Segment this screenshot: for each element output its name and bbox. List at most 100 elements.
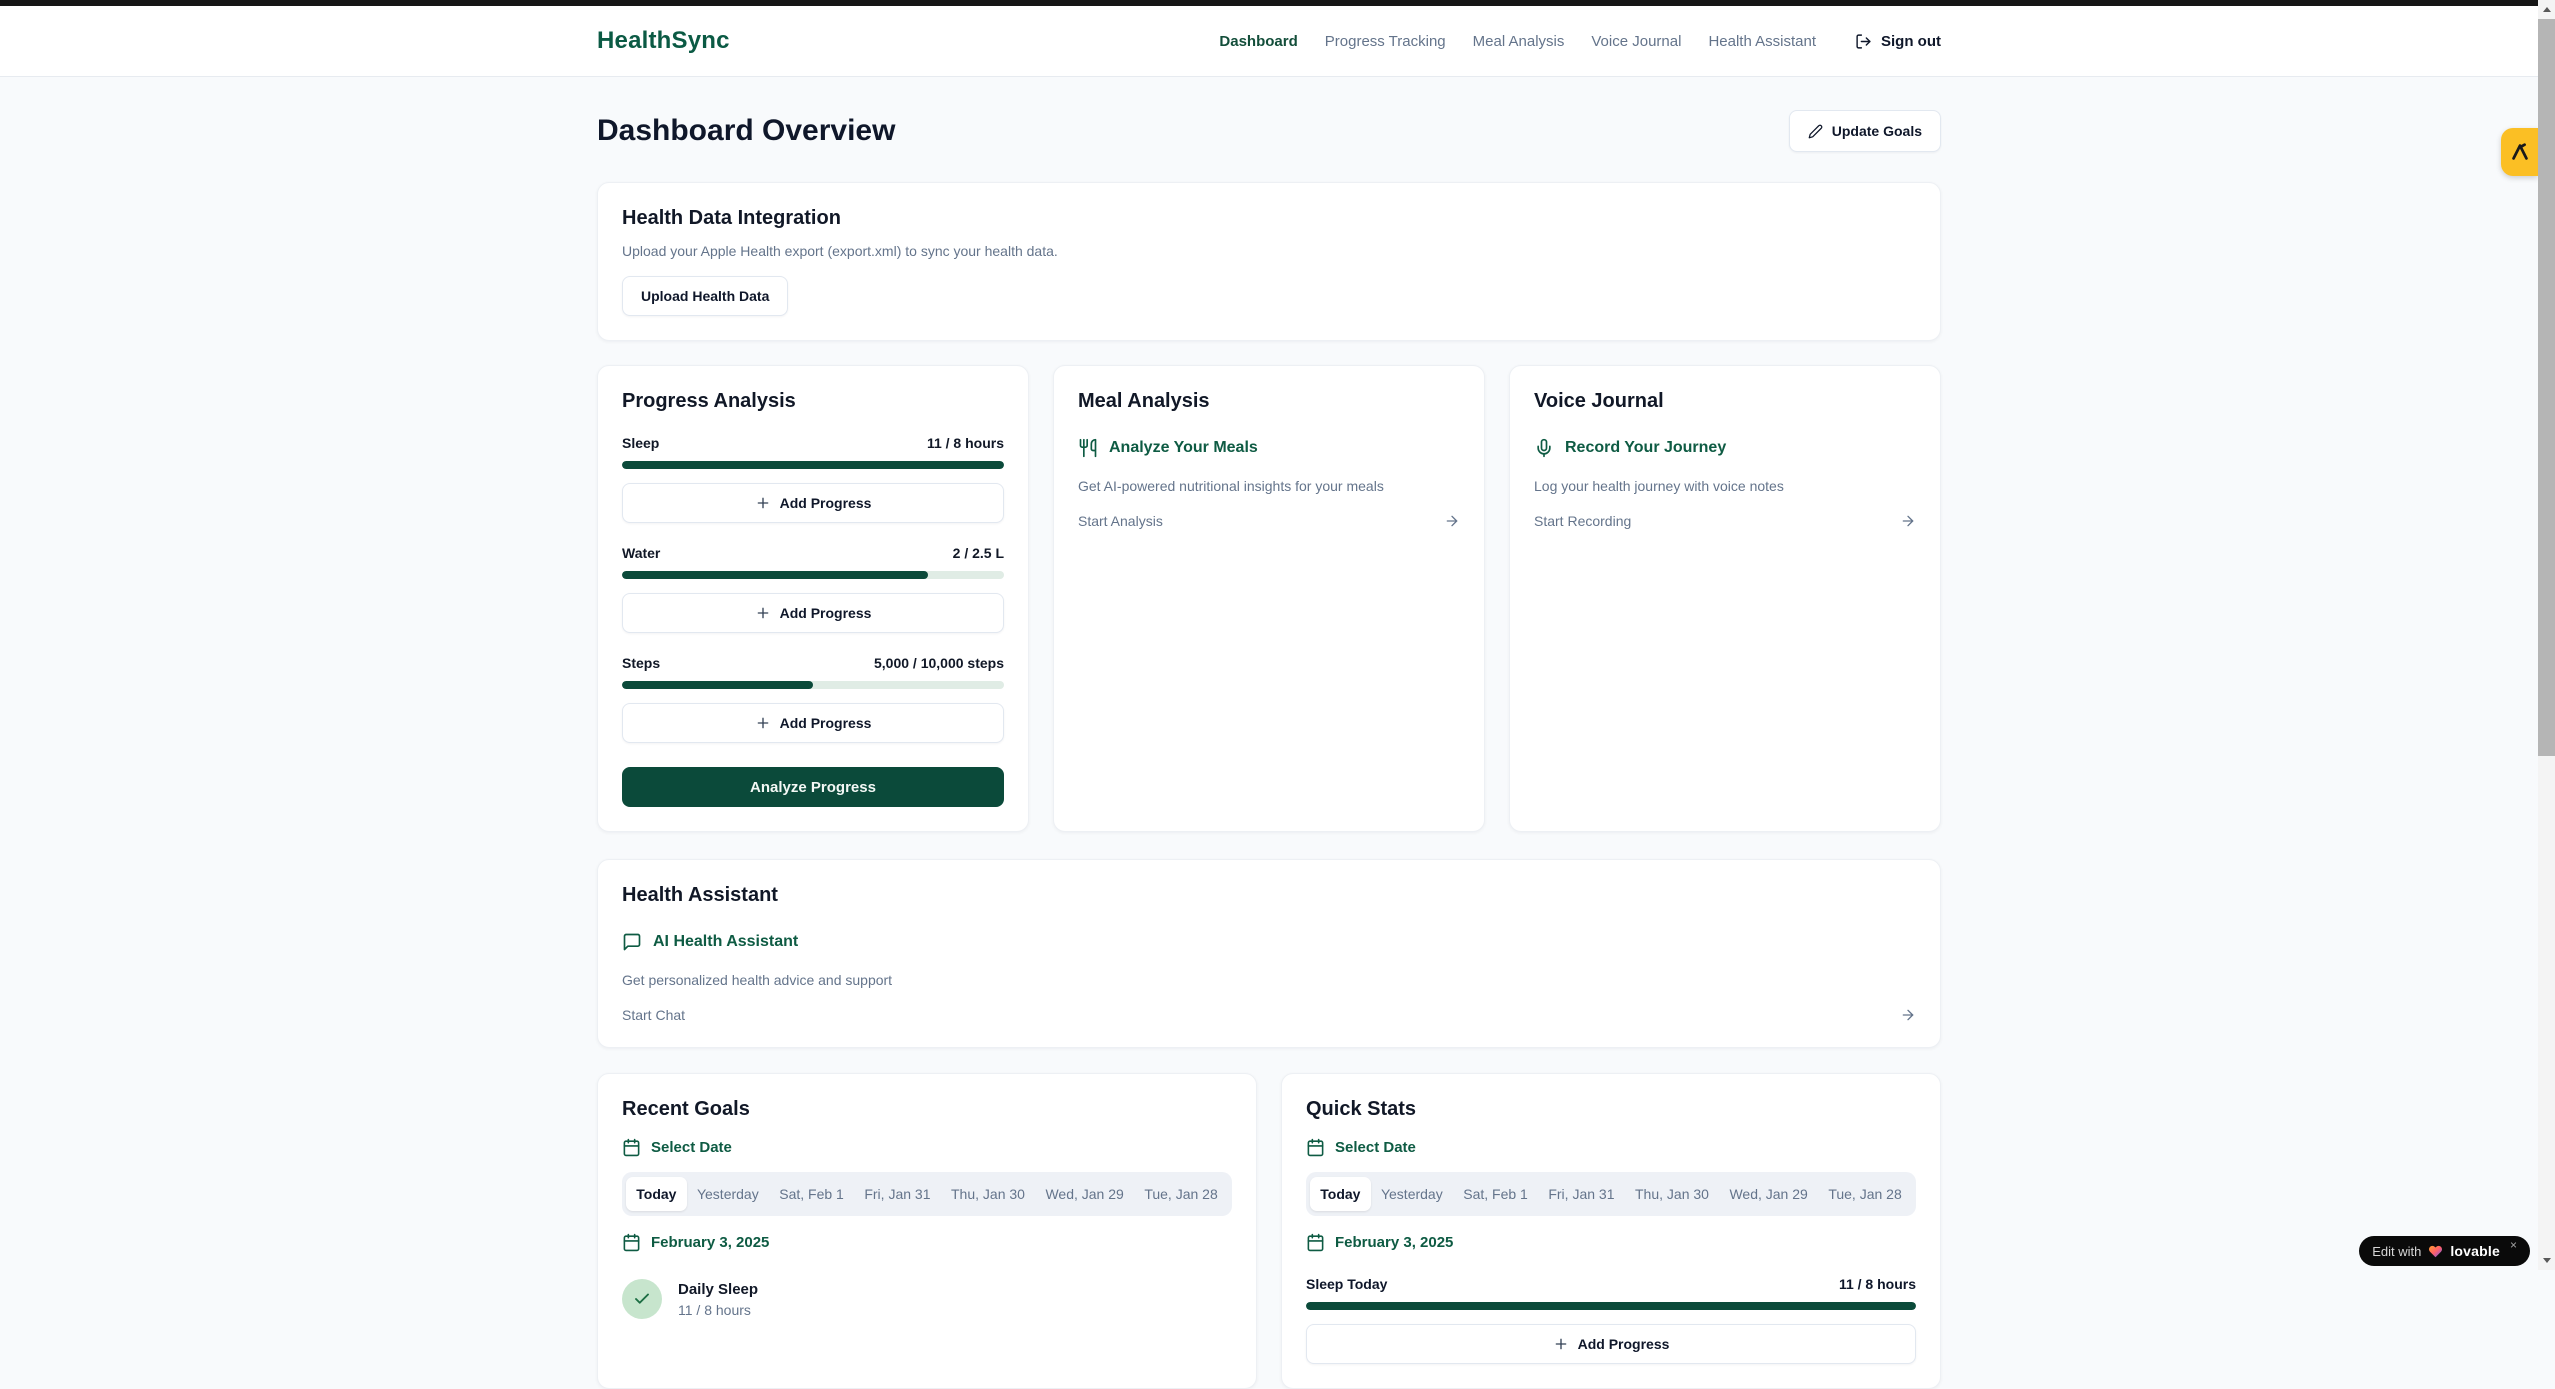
recent-goals-date-tabs: Today Yesterday Sat, Feb 1 Fri, Jan 31 T… <box>622 1172 1232 1216</box>
recent-goals-card: Recent Goals Select Date Today Yesterday… <box>597 1073 1257 1389</box>
select-date-label: Select Date <box>1335 1139 1416 1156</box>
health-data-description: Upload your Apple Health export (export.… <box>622 243 1916 259</box>
date-tab-fri-jan-31[interactable]: Fri, Jan 31 <box>1538 1177 1625 1211</box>
progress-analysis-card: Progress Analysis Sleep 11 / 8 hours Add… <box>597 365 1029 832</box>
date-tab-thu-jan-30[interactable]: Thu, Jan 30 <box>1625 1177 1719 1211</box>
steps-progress-fill <box>622 681 813 689</box>
steps-label: Steps <box>622 655 660 671</box>
date-tab-tue-jan-28[interactable]: Tue, Jan 28 <box>1134 1177 1228 1211</box>
sleep-metric: Sleep 11 / 8 hours Add Progress <box>622 435 1004 523</box>
main-nav: Dashboard Progress Tracking Meal Analysi… <box>1219 33 1941 50</box>
analyze-your-meals-label: Analyze Your Meals <box>1109 439 1258 457</box>
sleep-today-progress-bar <box>1306 1302 1916 1310</box>
start-analysis-label: Start Analysis <box>1078 513 1163 529</box>
edit-with-lovable-badge[interactable]: Edit with lovable × <box>2359 1236 2530 1266</box>
add-progress-label: Add Progress <box>1578 1336 1670 1352</box>
sleep-today-value: 11 / 8 hours <box>1839 1276 1916 1292</box>
water-label: Water <box>622 545 660 561</box>
scroll-down-arrow-icon[interactable] <box>2538 1252 2555 1269</box>
date-tab-wed-jan-29[interactable]: Wed, Jan 29 <box>1719 1177 1818 1211</box>
quick-stats-add-progress-button[interactable]: Add Progress <box>1306 1324 1916 1364</box>
quick-stats-date-tabs: Today Yesterday Sat, Feb 1 Fri, Jan 31 T… <box>1306 1172 1916 1216</box>
start-recording-row[interactable]: Start Recording <box>1534 513 1916 529</box>
scroll-up-arrow-icon[interactable] <box>2538 1 2555 18</box>
page-title: Dashboard Overview <box>597 114 895 148</box>
nav-meal-analysis[interactable]: Meal Analysis <box>1473 33 1565 50</box>
quick-stats-select-date[interactable]: Select Date <box>1306 1138 1916 1157</box>
add-progress-label: Add Progress <box>780 495 872 511</box>
sleep-today-progress-fill <box>1306 1302 1916 1310</box>
nav-health-assistant[interactable]: Health Assistant <box>1708 33 1816 50</box>
nav-progress-tracking[interactable]: Progress Tracking <box>1325 33 1446 50</box>
date-tab-tue-jan-28[interactable]: Tue, Jan 28 <box>1818 1177 1912 1211</box>
date-tab-wed-jan-29[interactable]: Wed, Jan 29 <box>1035 1177 1134 1211</box>
goal-name: Daily Sleep <box>678 1281 758 1298</box>
water-add-progress-button[interactable]: Add Progress <box>622 593 1004 633</box>
date-tab-yesterday[interactable]: Yesterday <box>1371 1177 1453 1211</box>
health-data-title: Health Data Integration <box>622 207 1916 230</box>
plus-icon <box>755 715 771 731</box>
update-goals-button[interactable]: Update Goals <box>1789 110 1941 152</box>
app-logo[interactable]: HealthSync <box>597 27 730 55</box>
health-data-integration-card: Health Data Integration Upload your Appl… <box>597 182 1941 341</box>
date-tab-thu-jan-30[interactable]: Thu, Jan 30 <box>941 1177 1035 1211</box>
steps-add-progress-button[interactable]: Add Progress <box>622 703 1004 743</box>
steps-progress-bar <box>622 681 1004 689</box>
health-assistant-card: Health Assistant AI Health Assistant Get… <box>597 859 1941 1048</box>
date-tab-today[interactable]: Today <box>626 1177 687 1211</box>
badge-close-icon[interactable]: × <box>2510 1238 2517 1252</box>
calendar-icon <box>622 1233 641 1252</box>
start-analysis-row[interactable]: Start Analysis <box>1078 513 1460 529</box>
date-tab-fri-jan-31[interactable]: Fri, Jan 31 <box>854 1177 941 1211</box>
quick-stats-current-date[interactable]: February 3, 2025 <box>1306 1233 1916 1252</box>
lovable-brand-label: lovable <box>2450 1243 2500 1259</box>
arrow-right-icon <box>1900 1007 1916 1023</box>
arrow-right-icon <box>1900 513 1916 529</box>
meal-analysis-card: Meal Analysis Analyze Your Meals Get AI-… <box>1053 365 1485 832</box>
meal-description: Get AI-powered nutritional insights for … <box>1078 478 1460 494</box>
steps-value: 5,000 / 10,000 steps <box>874 655 1004 671</box>
extension-fab-button[interactable] <box>2501 128 2538 176</box>
voice-journal-card: Voice Journal Record Your Journey Log yo… <box>1509 365 1941 832</box>
record-your-journey-link[interactable]: Record Your Journey <box>1534 438 1916 458</box>
lambda-mark-icon <box>2509 141 2531 163</box>
sign-out-label: Sign out <box>1881 33 1941 50</box>
plus-icon <box>1553 1336 1569 1352</box>
recent-goals-select-date[interactable]: Select Date <box>622 1138 1232 1157</box>
assistant-description: Get personalized health advice and suppo… <box>622 972 1916 988</box>
start-chat-row[interactable]: Start Chat <box>622 1007 1916 1023</box>
date-tab-sat-feb-1[interactable]: Sat, Feb 1 <box>1453 1177 1538 1211</box>
sleep-add-progress-button[interactable]: Add Progress <box>622 483 1004 523</box>
health-assistant-title: Health Assistant <box>622 884 1916 907</box>
scrollbar-thumb[interactable] <box>2538 19 2555 756</box>
analyze-your-meals-link[interactable]: Analyze Your Meals <box>1078 438 1460 458</box>
recent-goals-current-date[interactable]: February 3, 2025 <box>622 1233 1232 1252</box>
sign-out-button[interactable]: Sign out <box>1855 33 1941 50</box>
recent-goals-title: Recent Goals <box>622 1098 1232 1121</box>
app-header: HealthSync Dashboard Progress Tracking M… <box>0 6 2538 77</box>
chat-bubble-icon <box>622 932 642 952</box>
upload-health-data-button[interactable]: Upload Health Data <box>622 276 788 316</box>
steps-metric: Steps 5,000 / 10,000 steps Add Progress <box>622 655 1004 743</box>
start-chat-label: Start Chat <box>622 1007 685 1023</box>
calendar-icon <box>1306 1138 1325 1157</box>
pencil-icon <box>1808 124 1823 139</box>
calendar-icon <box>622 1138 641 1157</box>
goal-completed-check-icon <box>622 1279 662 1319</box>
plus-icon <box>755 605 771 621</box>
ai-health-assistant-link[interactable]: AI Health Assistant <box>622 932 1916 952</box>
sleep-label: Sleep <box>622 435 659 451</box>
edit-with-label: Edit with <box>2372 1244 2421 1259</box>
vertical-scrollbar[interactable] <box>2538 0 2555 1270</box>
date-tab-today[interactable]: Today <box>1310 1177 1371 1211</box>
meal-analysis-title: Meal Analysis <box>1078 390 1460 413</box>
nav-dashboard[interactable]: Dashboard <box>1219 33 1297 50</box>
update-goals-label: Update Goals <box>1832 123 1922 139</box>
date-tab-sat-feb-1[interactable]: Sat, Feb 1 <box>769 1177 854 1211</box>
analyze-progress-button[interactable]: Analyze Progress <box>622 767 1004 807</box>
current-date-label: February 3, 2025 <box>651 1234 769 1251</box>
plus-icon <box>755 495 771 511</box>
nav-voice-journal[interactable]: Voice Journal <box>1591 33 1681 50</box>
select-date-label: Select Date <box>651 1139 732 1156</box>
date-tab-yesterday[interactable]: Yesterday <box>687 1177 769 1211</box>
